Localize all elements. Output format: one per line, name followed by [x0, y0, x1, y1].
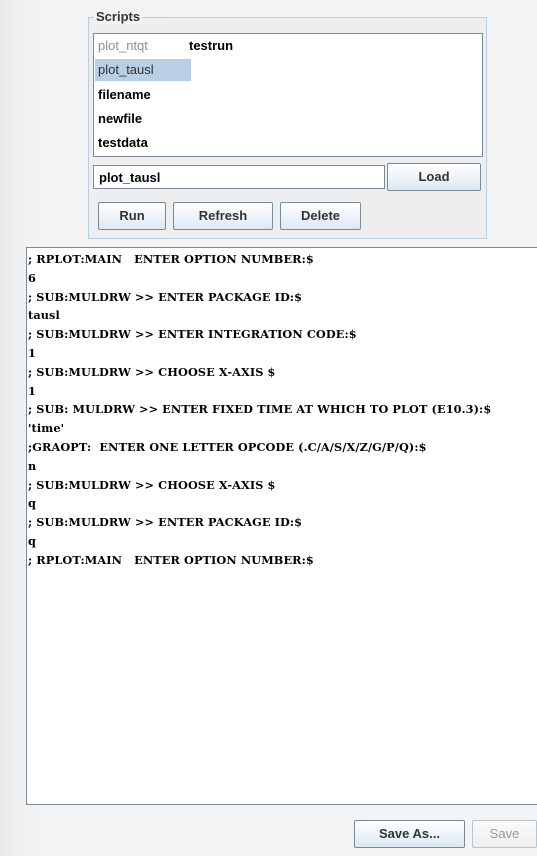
save-button[interactable]: Save — [472, 820, 537, 848]
save-as-button[interactable]: Save As... — [354, 820, 465, 848]
console-line: 'time' — [28, 421, 65, 436]
console-line: ; SUB:MULDRW >> ENTER PACKAGE ID:$ — [28, 515, 303, 530]
list-item[interactable]: newfile — [95, 108, 145, 130]
console-line: 6 — [28, 270, 36, 285]
console-line: 1 — [28, 345, 36, 360]
console-line: ; RPLOT:MAIN ENTER OPTION NUMBER:$ — [28, 252, 314, 266]
console-line: q — [28, 496, 36, 511]
console-line: ; SUB:MULDRW >> ENTER PACKAGE ID:$ — [28, 289, 303, 304]
run-button[interactable]: Run — [98, 202, 166, 230]
console-line: n — [28, 458, 37, 473]
refresh-button[interactable]: Refresh — [173, 202, 273, 230]
list-item[interactable]: testdata — [95, 132, 151, 154]
console-line: ; SUB: MULDRW >> ENTER FIXED TIME AT WHI… — [28, 402, 492, 417]
delete-button[interactable]: Delete — [280, 202, 361, 230]
list-item[interactable]: plot_ntqt — [95, 35, 151, 57]
list-item[interactable]: filename — [95, 84, 154, 106]
console-line: ;GRAOPT: ENTER ONE LETTER OPCODE (.C/A/S… — [28, 439, 427, 454]
script-name-input[interactable] — [93, 165, 385, 189]
console-line: ; SUB:MULDRW >> CHOOSE X-AXIS $ — [28, 364, 276, 379]
console-line: ; SUB:MULDRW >> ENTER INTEGRATION CODE:$ — [28, 327, 357, 342]
console-line: ; SUB:MULDRW >> CHOOSE X-AXIS $ — [28, 477, 276, 492]
console-line: 1 — [28, 383, 36, 398]
console-output[interactable]: ; RPLOT:MAIN ENTER OPTION NUMBER:$ 6 ; S… — [26, 247, 537, 805]
list-item-selected[interactable]: plot_tausl — [95, 59, 191, 81]
list-item[interactable]: testrun — [186, 35, 236, 57]
console-line: tausl — [28, 308, 60, 323]
scripts-panel-title: Scripts — [94, 9, 143, 24]
script-list[interactable]: plot_ntqt testrun plot_tausl filename ne… — [93, 33, 483, 157]
console-line: q — [28, 533, 36, 548]
console-line: ; RPLOT:MAIN ENTER OPTION NUMBER:$ — [28, 552, 314, 567]
load-button[interactable]: Load — [387, 163, 481, 191]
